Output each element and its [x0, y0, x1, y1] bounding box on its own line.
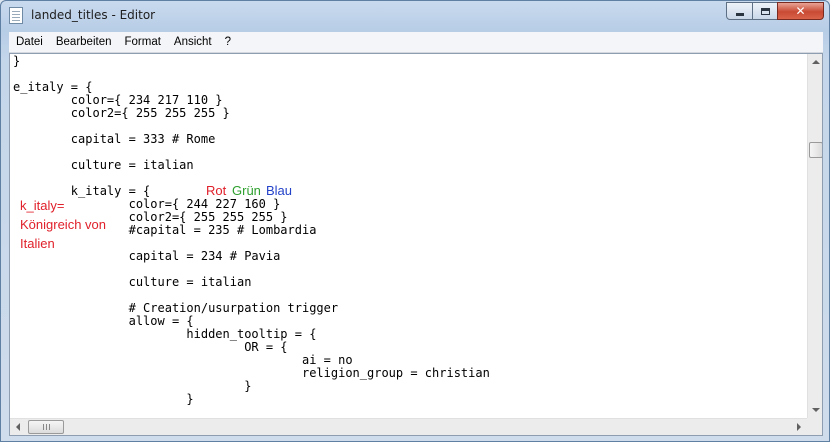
close-button[interactable]: ✕ [777, 2, 824, 20]
menu-help[interactable]: ? [218, 36, 237, 48]
editor-line: #capital = 235 # Lombardia [13, 223, 317, 237]
annotation-note-line: Italien [20, 236, 55, 251]
annotation-k-italy-note: k_italy= Königreich von Italien [20, 196, 106, 253]
annotation-note-line: k_italy= [20, 198, 65, 213]
menu-ansicht[interactable]: Ansicht [167, 36, 218, 48]
scrollbar-corner [807, 418, 822, 435]
title-bar[interactable]: landed_titles - Editor ✕ [1, 1, 829, 31]
vertical-scrollbar[interactable] [807, 54, 822, 418]
grip-icon [43, 424, 44, 430]
arrow-left-icon [16, 423, 20, 431]
horizontal-scroll-thumb[interactable] [28, 420, 64, 434]
editor-line: capital = 333 # Rome [13, 132, 216, 146]
menu-bearbeiten[interactable]: Bearbeiten [49, 36, 118, 48]
notepad-icon[interactable] [9, 7, 23, 24]
arrow-down-icon [812, 408, 820, 412]
text-editor[interactable]: } e_italy = { color={ 234 217 110 } color… [13, 55, 803, 419]
maximize-icon [760, 7, 770, 15]
minimize-button[interactable] [726, 2, 753, 20]
arrow-right-icon [797, 423, 801, 431]
menu-datei[interactable]: Datei [9, 36, 49, 48]
annotation-rot: Rot [206, 183, 227, 198]
editor-line: culture = italian [13, 158, 194, 172]
annotation-gruen: Grün [232, 183, 261, 198]
editor-line: color2={ 255 255 255 } [13, 106, 230, 120]
scroll-left-button[interactable] [10, 419, 26, 435]
scroll-right-button[interactable] [791, 419, 807, 435]
menu-format[interactable]: Format [117, 36, 166, 48]
menu-bar: Datei Bearbeiten Format Ansicht ? [9, 32, 823, 53]
scroll-down-button[interactable] [808, 402, 822, 418]
editor-line: culture = italian [13, 275, 252, 289]
editor-window: landed_titles - Editor ✕ Datei Bearbeite… [0, 0, 830, 442]
arrow-up-icon [812, 60, 820, 64]
horizontal-scrollbar[interactable] [10, 418, 807, 435]
editor-line: } [13, 392, 194, 406]
annotation-blau: Blau [266, 183, 293, 198]
scroll-up-button[interactable] [808, 54, 822, 70]
vertical-scroll-thumb[interactable] [809, 142, 822, 158]
window-title: landed_titles - Editor [31, 8, 156, 22]
editor-client-area: } e_italy = { color={ 234 217 110 } color… [9, 53, 823, 436]
maximize-button[interactable] [752, 2, 778, 20]
annotation-note-line: Königreich von [20, 217, 106, 232]
editor-line: capital = 234 # Pavia [13, 249, 281, 263]
close-icon: ✕ [795, 4, 806, 18]
editor-line: } [13, 55, 21, 68]
minimize-icon [735, 12, 744, 16]
